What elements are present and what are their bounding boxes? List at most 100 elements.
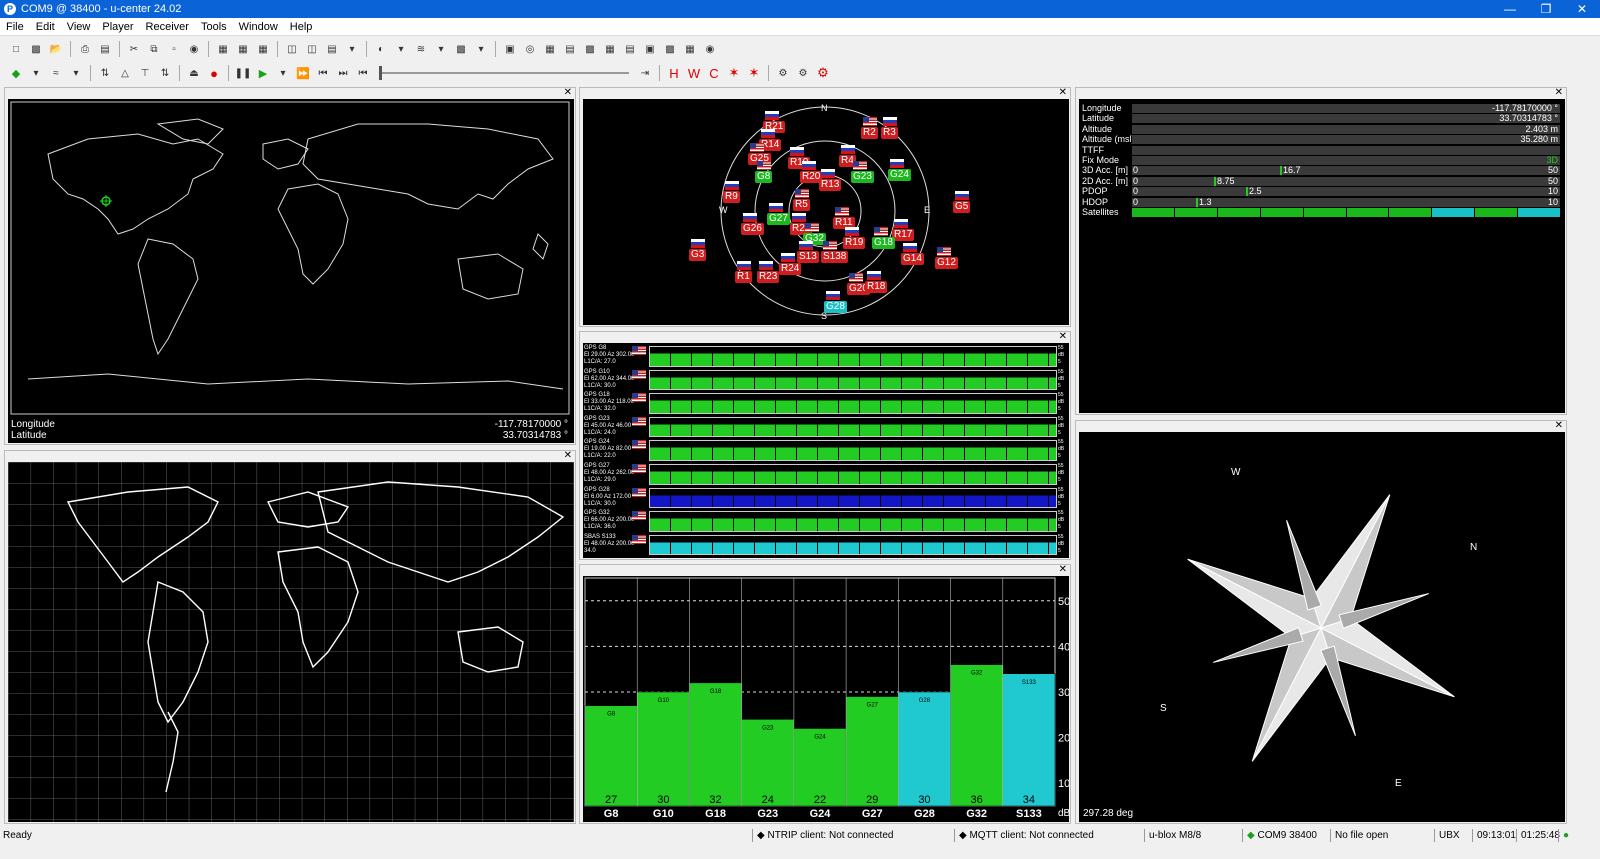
sky-satellite[interactable]: G27 (767, 213, 790, 225)
sky-satellite[interactable]: G24 (888, 169, 911, 181)
debug-icon[interactable]: △ (116, 64, 134, 82)
record-icon[interactable]: ● (205, 64, 223, 82)
sky-satellite[interactable]: R13 (819, 179, 842, 191)
dropdown-icon[interactable]: ▾ (432, 40, 450, 58)
settings-icon[interactable]: ⚙ (794, 64, 812, 82)
chart-bar[interactable] (898, 691, 951, 807)
sky-view-icon[interactable]: ◎ (521, 40, 539, 58)
signal-row[interactable]: GPS G8 El 29.00 Az 302.00 L1C/A: 27.0 55 dB 5 (583, 345, 1069, 368)
baudrate-icon[interactable]: ≈ (47, 64, 65, 82)
docking-2-icon[interactable]: ▦ (234, 40, 252, 58)
copy-icon[interactable]: ⧉ (145, 40, 163, 58)
sky-satellite[interactable]: R18 (865, 281, 888, 293)
chart-bar[interactable] (584, 705, 638, 807)
chart-bar[interactable] (636, 691, 690, 807)
sky-satellite[interactable]: S138 (821, 251, 849, 263)
table-icon[interactable]: ▤ (621, 40, 639, 58)
signal-view-icon[interactable]: ▩ (581, 40, 599, 58)
close-icon[interactable]: ✕ (1555, 88, 1563, 98)
open-icon[interactable]: 📂 (47, 40, 65, 58)
packet-console-icon[interactable]: ▣ (501, 40, 519, 58)
signal-row[interactable]: GPS G27 El 48.00 Az 262.00 L1C/A: 29.0 55 dB… (583, 463, 1069, 486)
sky-satellite[interactable]: G26 (741, 223, 764, 235)
rewind-to-start-icon[interactable]: ⏮ (354, 64, 372, 82)
sky-satellite[interactable]: R19 (843, 237, 866, 249)
signal-row[interactable]: GPS G32 El 66.00 Az 200.00 L1C/A: 36.0 55 dB… (583, 510, 1069, 533)
layout-2-icon[interactable]: ◫ (303, 40, 321, 58)
sky-satellite[interactable]: G8 (755, 171, 773, 183)
close-icon[interactable]: ✕ (1059, 88, 1067, 98)
chart-bar[interactable] (1002, 673, 1056, 807)
menu-view[interactable]: View (61, 21, 97, 33)
gnss-reset-icon[interactable]: ✶ (745, 64, 763, 82)
sky-satellite[interactable]: R3 (881, 127, 898, 139)
deviation-map-icon[interactable]: ▦ (541, 40, 559, 58)
close-icon[interactable]: ✕ (1059, 332, 1067, 342)
compass-view-icon[interactable]: ◉ (701, 40, 719, 58)
autobaud-icon[interactable]: ⇅ (96, 64, 114, 82)
sky-satellite[interactable]: R1 (735, 271, 752, 283)
print-icon[interactable]: ⎙ (76, 40, 94, 58)
step-forward-icon[interactable]: ⏭ (334, 64, 352, 82)
messages-icon[interactable]: ▩ (661, 40, 679, 58)
chart-bar[interactable] (689, 682, 742, 807)
sky-satellite[interactable]: G18 (872, 237, 895, 249)
statistics-icon[interactable]: ▦ (601, 40, 619, 58)
sky-satellite[interactable]: R9 (723, 191, 740, 203)
close-icon[interactable]: ✕ (1059, 565, 1067, 575)
menu-help[interactable]: Help (284, 21, 319, 33)
save-icon[interactable]: ▩ (27, 40, 45, 58)
chart-bar[interactable] (741, 719, 795, 807)
antenna-icon[interactable]: ⊤ (136, 64, 154, 82)
sky-satellite[interactable]: G23 (851, 171, 874, 183)
sky-satellite[interactable]: G5 (953, 201, 971, 213)
dropdown-icon[interactable]: ▾ (392, 40, 410, 58)
cut-icon[interactable]: ✂ (125, 40, 143, 58)
menu-edit[interactable]: Edit (30, 21, 61, 33)
signal-row[interactable]: GPS G18 El 33.00 Az 118.00 L1C/A: 32.0 55 dB… (583, 392, 1069, 415)
poll-icon[interactable]: ⇅ (156, 64, 174, 82)
signal-row[interactable]: GPS G10 El 62.00 Az 344.00 L1C/A: 30.0 55 dB… (583, 369, 1069, 392)
dropdown-icon[interactable]: ▾ (27, 64, 45, 82)
paste-icon[interactable]: ▫ (165, 40, 183, 58)
chart-bar[interactable] (845, 696, 899, 807)
dropdown-icon[interactable]: ▾ (274, 64, 292, 82)
ntrip-status[interactable]: ◆ NTRIP client: Not connected (752, 829, 954, 842)
export-icon[interactable]: ◉ (185, 40, 203, 58)
menu-tools[interactable]: Tools (195, 21, 233, 33)
sky-satellite[interactable]: S13 (797, 251, 819, 263)
camera-icon[interactable]: ▣ (641, 40, 659, 58)
close-button[interactable]: ✕ (1564, 2, 1600, 16)
menu-file[interactable]: File (0, 21, 30, 33)
minimize-button[interactable]: — (1492, 2, 1528, 16)
warm-start-icon[interactable]: W (685, 64, 703, 82)
receiver-config-icon[interactable]: ⚙ (814, 64, 832, 82)
playback-slider[interactable] (379, 64, 629, 82)
table-view-icon[interactable]: ▩ (452, 40, 470, 58)
menu-window[interactable]: Window (233, 21, 284, 33)
slider-thumb[interactable] (379, 66, 382, 80)
dropdown-icon[interactable]: ▾ (67, 64, 85, 82)
window-layout-icon[interactable]: ▤ (323, 40, 341, 58)
sky-satellite[interactable]: R23 (757, 271, 780, 283)
new-icon[interactable]: □ (7, 40, 25, 58)
pause-icon[interactable]: ❚❚ (234, 64, 252, 82)
sky-satellite[interactable]: G3 (689, 249, 707, 261)
maximize-button[interactable]: ❐ (1528, 2, 1564, 16)
map-view-icon[interactable]: ◐ (372, 40, 390, 58)
sky-satellite[interactable]: G12 (935, 257, 958, 269)
reset-icon[interactable]: ✶ (725, 64, 743, 82)
sky-satellite[interactable]: R17 (892, 229, 915, 241)
dropdown-icon[interactable]: ▾ (343, 40, 361, 58)
docking-3-icon[interactable]: ▦ (254, 40, 272, 58)
mqtt-status[interactable]: ◆ MQTT client: Not connected (954, 829, 1144, 842)
cold-start-icon[interactable]: C (705, 64, 723, 82)
signal-row[interactable]: GPS G28 El 6.00 Az 172.00 L1C/A: 30.0 55 dB 5 (583, 487, 1069, 510)
layout-icon[interactable]: ◫ (283, 40, 301, 58)
close-icon[interactable]: ✕ (564, 451, 572, 461)
sky-satellite[interactable]: R2 (861, 127, 878, 139)
fast-forward-icon[interactable]: ⏩ (294, 64, 312, 82)
docking-icon[interactable]: ▦ (214, 40, 232, 58)
config-icon[interactable]: ▦ (681, 40, 699, 58)
play-icon[interactable]: ▶ (254, 64, 272, 82)
